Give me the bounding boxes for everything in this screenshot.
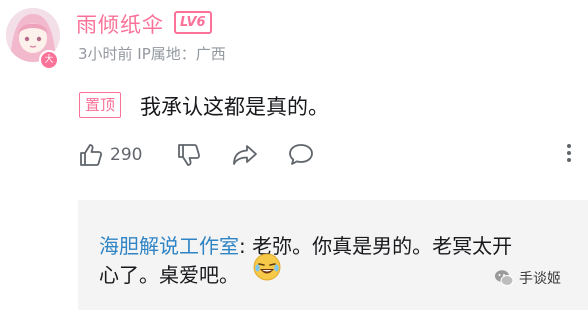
reply-text: 老弥。你真是男的。老冥太开 [252, 234, 513, 258]
username[interactable]: 雨倾纸伞 [76, 9, 164, 39]
reply-text-continued: 心了。桌爱吧。 [99, 263, 239, 287]
more-icon[interactable] [563, 141, 575, 169]
comment-icon [289, 144, 313, 165]
comment-content: 我承认这都是真的。 [140, 95, 329, 119]
like-count: 290 [110, 145, 143, 165]
reply-separator: : [239, 234, 253, 258]
reply-author[interactable]: 海胆解说工作室 [99, 234, 239, 258]
watermark: 手谈姬 [494, 268, 561, 288]
reply-line: 海胆解说工作室: 老弥。你真是男的。老冥太开 [99, 230, 512, 259]
avatar-badge: 大 [39, 50, 59, 70]
comment-meta: 3小时前 IP属地：广西 [78, 45, 226, 63]
dislike-button[interactable] [176, 140, 202, 170]
thumb-down-icon [178, 144, 201, 166]
wechat-icon [495, 270, 514, 286]
like-button[interactable]: 290 [78, 140, 142, 170]
level-badge: LV6 [174, 11, 212, 34]
watermark-label: 手谈姬 [519, 271, 561, 287]
share-button[interactable] [231, 140, 259, 170]
pinned-badge: 置顶 [79, 92, 122, 118]
thumb-up-icon [80, 144, 103, 166]
reply-button[interactable] [287, 140, 315, 170]
share-icon [233, 145, 257, 165]
laughing-cry-emoji [253, 253, 281, 281]
